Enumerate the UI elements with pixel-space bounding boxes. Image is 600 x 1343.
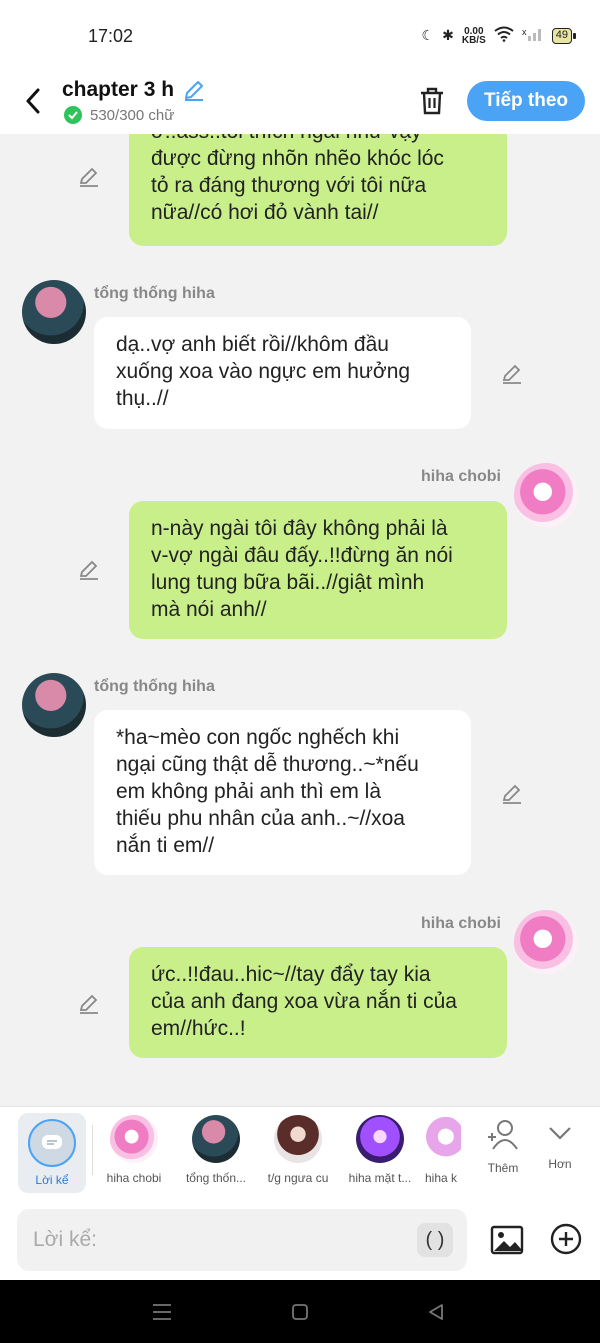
message-input[interactable]: Lời kể: ( ) (17, 1209, 467, 1271)
character-label: hiha mặt t... (348, 1171, 412, 1185)
add-button[interactable] (549, 1222, 583, 1256)
message-text: ức..!!đau..hic~//tay đẩy tay kia của anh… (151, 963, 457, 1040)
signal-icon: x (522, 26, 544, 45)
avatar[interactable] (514, 463, 578, 527)
delete-button[interactable] (416, 85, 448, 117)
moon-icon: ☾ (421, 27, 435, 43)
message-bubble-me[interactable]: n-này ngài tôi đây không phải là v-vợ ng… (129, 501, 507, 639)
chevron-left-icon (26, 88, 40, 114)
chat-area[interactable]: ơ..ass..tôi thích ngài như vậy được đừng… (0, 134, 600, 1106)
message-text: ơ..ass..tôi thích ngài như vậy được đừng… (151, 134, 444, 224)
net-speed-unit: KB/S (461, 34, 486, 46)
character-item[interactable]: hiha k (421, 1115, 461, 1185)
message-text: *ha~mèo con ngốc nghếch khi ngại cũng th… (116, 726, 419, 857)
pencil-icon (79, 560, 98, 580)
message-bubble-other[interactable]: *ha~mèo con ngốc nghếch khi ngại cũng th… (94, 710, 471, 875)
message-text: dạ..vợ anh biết rồi//khôm đầu xuống xoa … (116, 333, 411, 410)
pencil-icon (79, 167, 98, 187)
avatar (110, 1115, 158, 1163)
status-time: 17:02 (88, 26, 134, 46)
avatar (421, 1115, 461, 1163)
character-label: t/g ngưa cu (267, 1171, 329, 1185)
home-nav-button[interactable] (288, 1300, 312, 1324)
plus-circle-icon (550, 1223, 582, 1255)
sender-name: hiha chobi (421, 468, 501, 485)
avatar (356, 1115, 404, 1163)
edit-message-button[interactable] (77, 557, 101, 581)
page-title[interactable]: chapter 3 h (62, 78, 206, 102)
character-label: tổng thốn... (185, 1171, 247, 1185)
input-bar: Lời kể: ( ) (0, 1200, 600, 1280)
avatar (192, 1115, 240, 1163)
image-button[interactable] (489, 1222, 525, 1258)
message-bubble-other[interactable]: dạ..vợ anh biết rồi//khôm đầu xuống xoa … (94, 317, 471, 429)
pencil-icon (502, 364, 521, 384)
edit-message-button[interactable] (500, 781, 524, 805)
edit-message-button[interactable] (77, 991, 101, 1015)
character-label: hiha chobi (106, 1171, 162, 1185)
word-count: 530/300 chữ (64, 106, 174, 124)
message-bubble-me[interactable]: ức..!!đau..hic~//tay đẩy tay kia của anh… (129, 947, 507, 1058)
add-character-label: Thêm (487, 1161, 519, 1175)
title-text: chapter 3 h (62, 78, 175, 101)
avatar[interactable] (514, 910, 578, 974)
pencil-icon (502, 784, 521, 804)
character-item[interactable]: t/g ngưa cu (257, 1115, 339, 1185)
status-bar: 17:02 ☾ ✱ 0.00 KB/S x 49 (0, 0, 600, 72)
character-item[interactable]: tổng thốn... (175, 1115, 257, 1185)
home-square-icon (292, 1304, 308, 1320)
header: chapter 3 h 530/300 chữ Tiếp theo (0, 72, 600, 134)
image-icon (490, 1225, 524, 1255)
narrator-icon (28, 1119, 76, 1167)
menu-nav-button[interactable] (150, 1300, 174, 1324)
add-character-button[interactable]: Thêm (478, 1119, 528, 1175)
input-placeholder: Lời kể: (33, 1228, 97, 1251)
status-icons: ☾ ✱ 0.00 KB/S x 49 (421, 26, 577, 46)
svg-text:x: x (522, 27, 527, 37)
message-bubble-me[interactable]: ơ..ass..tôi thích ngài như vậy được đừng… (129, 134, 507, 246)
word-count-text: 530/300 chữ (90, 106, 175, 124)
back-triangle-icon (429, 1304, 443, 1320)
edit-message-button[interactable] (500, 361, 524, 385)
character-item[interactable]: hiha mặt t... (339, 1115, 421, 1185)
next-button[interactable]: Tiếp theo (467, 81, 585, 121)
edit-message-button[interactable] (77, 164, 101, 188)
expand-label: Hơn (548, 1157, 572, 1171)
sender-name: hiha chobi (421, 915, 501, 932)
expand-button[interactable]: Hơn (535, 1119, 585, 1171)
bluetooth-icon: ✱ (442, 27, 454, 43)
menu-icon (153, 1304, 171, 1320)
character-narrator[interactable]: Lời kể (18, 1113, 86, 1193)
sender-name: tổng thống hiha (94, 285, 215, 302)
add-person-icon (488, 1120, 518, 1150)
avatar (274, 1115, 322, 1163)
wifi-icon (494, 26, 514, 45)
character-label: hiha k (424, 1171, 458, 1185)
back-nav-button[interactable] (424, 1300, 448, 1324)
sender-name: tổng thống hiha (94, 678, 215, 695)
avatar[interactable] (22, 673, 86, 737)
battery-icon: 49 (551, 27, 577, 44)
character-label: Lời kể (35, 1173, 69, 1187)
message-text: n-này ngài tôi đây không phải là v-vợ ng… (151, 517, 453, 621)
character-bar: Lời kể hiha chobi tổng thốn... t/g ngưa … (0, 1106, 600, 1200)
character-item[interactable]: hiha chobi (93, 1115, 175, 1185)
chevron-down-icon (549, 1127, 571, 1140)
back-button[interactable] (18, 86, 48, 116)
pencil-icon[interactable] (182, 78, 206, 102)
system-nav-bar (0, 1280, 600, 1343)
check-icon (64, 106, 82, 124)
avatar[interactable] (22, 280, 86, 344)
net-speed: 0.00 KB/S (461, 26, 486, 46)
trash-icon (421, 87, 443, 115)
pencil-icon (79, 994, 98, 1014)
paren-button[interactable]: ( ) (417, 1223, 453, 1257)
